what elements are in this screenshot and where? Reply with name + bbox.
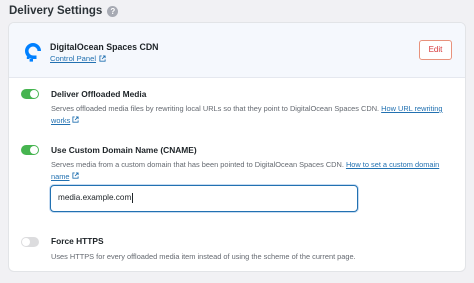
provider-name: DigitalOcean Spaces CDN — [50, 42, 159, 52]
external-link-icon — [99, 55, 106, 62]
description-text: Serves media from a custom domain that h… — [51, 160, 346, 169]
force-https-toggle[interactable] — [21, 237, 39, 247]
custom-domain-value: media.example.com — [58, 193, 132, 202]
custom-domain-input[interactable]: media.example.com — [50, 185, 358, 212]
question-icon[interactable]: ? — [107, 5, 119, 17]
toggle-knob — [30, 146, 38, 154]
description-text: Serves offloaded media files by rewritin… — [51, 104, 382, 113]
setting-description: Uses HTTPS for every offloaded media ite… — [51, 251, 451, 263]
control-panel-link[interactable]: Control Panel — [50, 54, 106, 63]
setting-description: Serves media from a custom domain that h… — [51, 159, 451, 182]
provider-row: DigitalOcean Spaces CDN Control Panel Ed… — [9, 23, 465, 78]
delivery-settings-panel: DigitalOcean Spaces CDN Control Panel Ed… — [8, 22, 466, 272]
setting-description: Serves offloaded media files by rewritin… — [51, 103, 451, 126]
text-caret — [132, 192, 134, 203]
custom-domain-toggle[interactable] — [21, 145, 39, 155]
toggle-knob — [22, 238, 30, 246]
external-link-icon — [72, 115, 79, 123]
setting-title: Use Custom Domain Name (CNAME) — [51, 145, 197, 155]
edit-button[interactable]: Edit — [419, 40, 452, 60]
description-text: Uses HTTPS for every offloaded media ite… — [51, 252, 356, 261]
deliver-offloaded-media-toggle[interactable] — [21, 89, 39, 99]
setting-title: Deliver Offloaded Media — [51, 89, 147, 99]
setting-title: Force HTTPS — [51, 236, 104, 246]
control-panel-label: Control Panel — [50, 54, 97, 63]
digitalocean-logo-icon — [25, 43, 41, 62]
external-link-icon — [72, 171, 79, 179]
toggle-knob — [30, 90, 38, 98]
section-header: Delivery Settings ? — [9, 3, 119, 19]
section-title: Delivery Settings — [9, 5, 103, 17]
